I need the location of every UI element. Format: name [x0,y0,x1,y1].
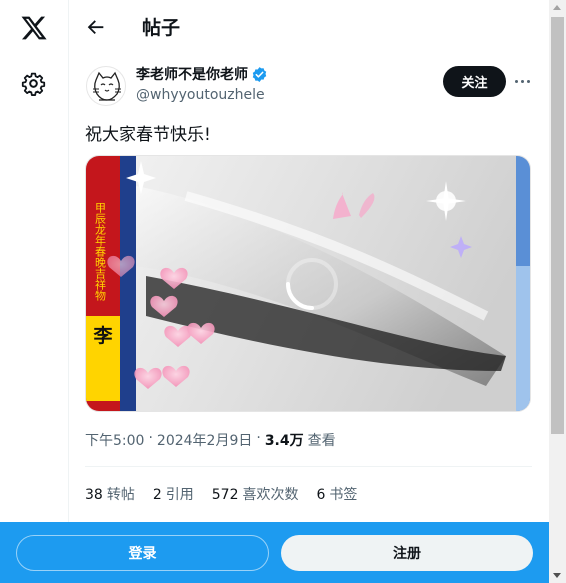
login-button[interactable]: 登录 [16,535,269,571]
views-count: 3.4万 [264,433,304,449]
verified-badge-icon [252,66,267,82]
author-name-row[interactable]: 李老师不是你老师 [136,64,268,84]
signup-button[interactable]: 注册 [281,535,533,571]
scroll-up-icon[interactable] [553,5,561,10]
app-root: 帖子 李老师不是你老师 @whyyoutouzhele 关注 祝大家春节快乐! … [0,0,566,583]
bottom-auth-bar: 登录 注册 [0,522,549,583]
divider [85,466,532,467]
engagement-stats: 38 转帖 2 引用 572 喜欢次数 6 书签 [85,484,357,504]
media-vertical-caption: 甲辰龙年春晚吉祥物 [94,202,107,301]
author-row: 李老师不是你老师 @whyyoutouzhele 关注 [70,60,549,116]
gear-icon[interactable] [21,71,46,96]
post-text: 祝大家春节快乐! [85,125,211,145]
avatar[interactable] [86,66,126,106]
x-logo-icon[interactable] [20,14,48,42]
stat-quotes[interactable]: 2 引用 [153,484,194,504]
cat-avatar-icon [93,71,121,101]
views-label: 查看 [307,433,336,449]
stat-reposts[interactable]: 38 转帖 [85,484,135,504]
meta-separator: · [256,430,261,446]
scrollbar[interactable] [549,0,566,583]
back-arrow-icon[interactable] [85,16,107,38]
main-column: 帖子 李老师不是你老师 @whyyoutouzhele 关注 祝大家春节快乐! … [70,0,549,583]
stat-likes[interactable]: 572 喜欢次数 [212,484,299,504]
post-meta: 下午5:00 · 2024年2月9日 · 3.4万 查看 [85,430,336,450]
media-name-block: 李 [92,325,113,347]
post-time[interactable]: 下午5:00 [85,430,144,450]
more-options-icon[interactable] [510,70,534,92]
post-date[interactable]: 2024年2月9日 [157,430,252,450]
author-display-name[interactable]: 李老师不是你老师 [136,64,248,84]
page-title: 帖子 [142,17,181,39]
scroll-down-icon[interactable] [553,573,561,578]
media-frame: 甲辰龙年春晚吉祥物 李 [86,156,530,411]
follow-button[interactable]: 关注 [443,66,506,97]
left-rail [0,0,69,583]
scrollbar-thumb[interactable] [551,17,564,434]
author-handle[interactable]: @whyyoutouzhele [136,87,265,103]
page-header: 帖子 [70,0,549,53]
post-media-video[interactable]: 甲辰龙年春晚吉祥物 李 [85,155,531,412]
meta-separator: · [148,430,153,446]
stat-bookmarks[interactable]: 6 书签 [316,484,357,504]
